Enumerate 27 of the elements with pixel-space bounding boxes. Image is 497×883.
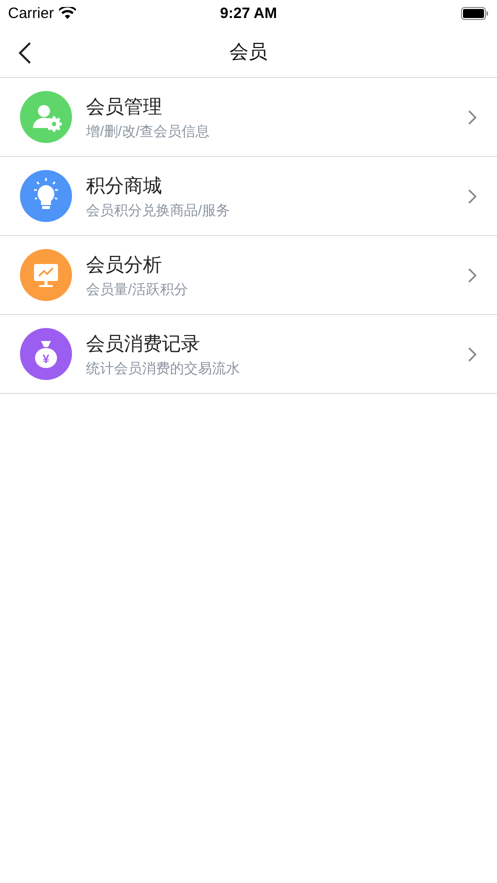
item-title: 会员管理 [86,96,163,120]
monitor-chart-icon [34,264,58,288]
back-chevron-icon [18,42,32,64]
carrier-name: Carrier [8,4,54,22]
chevron-icon [468,110,477,124]
item-title: 会员消费记录 [86,332,201,356]
battery-icon [461,6,489,20]
chevron-icon [468,346,477,362]
item-title: 会员分析 [86,254,163,278]
menu-item[interactable]: ¥ 会员消费记录 统计会员消费的交易流水 [0,315,497,394]
wifi-icon [58,7,76,19]
yen-sign: ¥ [42,352,50,366]
item-subtitle: 会员量/活跃积分 [86,280,189,298]
chevron-icon [468,268,477,282]
menu-item[interactable]: 积分商城 会员积分兑换商品/服务 [0,157,497,236]
item-subtitle: 增/删/改/查会员信息 [86,122,211,140]
clock-time: 9:27 AM [220,4,277,22]
menu-item[interactable]: 会员管理 增/删/改/查会员信息 [0,78,497,157]
money-bag-icon [35,341,57,368]
menu-item[interactable]: 会员分析 会员量/活跃积分 [0,236,497,315]
item-title: 积分商城 [86,174,163,198]
page-title: 会员 [230,40,268,64]
light-bulb-icon [33,177,59,210]
chevron-icon [468,188,477,204]
item-subtitle: 会员积分兑换商品/服务 [86,202,231,220]
item-subtitle: 统计会员消费的交易流水 [86,360,241,378]
person-gear-icon [32,104,62,132]
